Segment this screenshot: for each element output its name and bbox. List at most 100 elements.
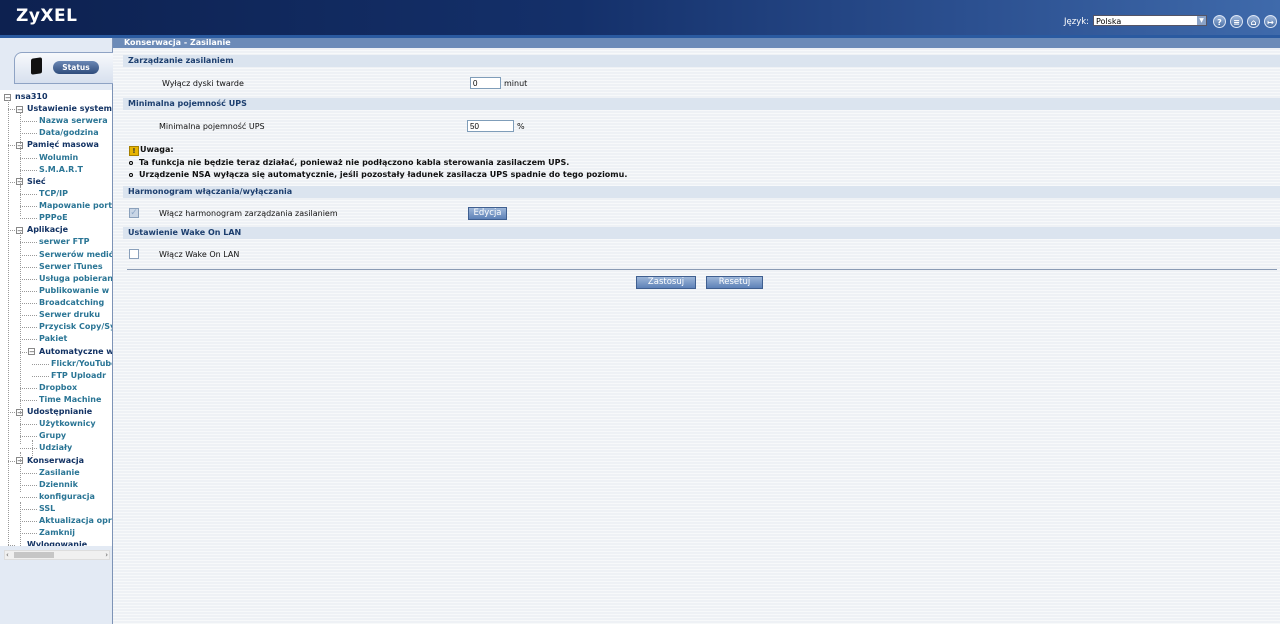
power-management-section: Zarządzanie zasilaniem xyxy=(123,55,1280,67)
tree-guide xyxy=(20,271,21,444)
warning-icon: ! xyxy=(129,146,139,156)
sidebar-item-konfiguracja[interactable]: konfiguracja xyxy=(39,491,95,503)
sidebar-item-ustawienie-systemu[interactable]: Ustawienie systemu xyxy=(27,103,112,115)
schedule-section: Harmonogram włączania/wyłączania xyxy=(123,186,1280,198)
collapse-icon[interactable]: − xyxy=(28,348,35,356)
sidebar-item-nazwa-serwera[interactable]: Nazwa serwera xyxy=(39,115,108,127)
sidebar-item-sieć[interactable]: Sieć xyxy=(27,176,46,188)
ups-capacity-input[interactable] xyxy=(467,120,514,132)
tree-guide xyxy=(20,502,21,546)
tree-connector xyxy=(20,218,37,220)
tree-connector xyxy=(20,290,37,292)
sidebar-item-aplikacje[interactable]: Aplikacje xyxy=(27,224,68,236)
tree-connector xyxy=(20,206,37,208)
status-tab[interactable]: Status xyxy=(14,52,113,84)
sidebar-item-automatyczne-wysyłanie[interactable]: Automatyczne wysyłanie xyxy=(39,346,112,358)
sidebar-item-serwerów-mediów[interactable]: Serwerów mediów xyxy=(39,249,112,261)
tree-connector xyxy=(20,339,37,341)
status-button[interactable]: Status xyxy=(53,61,99,74)
sidebar-scrollbar[interactable]: ‹ › xyxy=(4,550,110,560)
sidebar-item-publikowanie-w-sieci[interactable]: Publikowanie w sieci xyxy=(39,285,112,297)
schedule-checkbox[interactable]: ✓ xyxy=(129,208,139,218)
sidebar-item-dziennik[interactable]: Dziennik xyxy=(39,479,78,491)
sidebar-item-mapowanie-portów[interactable]: Mapowanie portów xyxy=(39,200,112,212)
bullet-icon xyxy=(129,160,133,165)
sidebar-item-s-m-a-r-t[interactable]: S.M.A.R.T xyxy=(39,164,83,176)
disk-sleep-input[interactable] xyxy=(470,77,501,89)
language-select[interactable]: Polska ▼ xyxy=(1093,15,1207,26)
sidebar-item-dropbox[interactable]: Dropbox xyxy=(39,382,77,394)
tree-connector xyxy=(8,412,15,414)
sidebar-item-nsa310[interactable]: nsa310 xyxy=(15,91,48,103)
sidebar-item-tcp-ip[interactable]: TCP/IP xyxy=(39,188,68,200)
language-value: Polska xyxy=(1096,17,1122,26)
tree-connector xyxy=(20,327,37,329)
sidebar-item-zamknij[interactable]: Zamknij xyxy=(39,527,75,539)
sidebar-item-użytkownicy[interactable]: Użytkownicy xyxy=(39,418,96,430)
tree-connector xyxy=(20,351,27,353)
wake-on-lan-label: Włącz Wake On LAN xyxy=(159,250,240,259)
tree-connector xyxy=(20,278,37,280)
wake-on-lan-checkbox[interactable] xyxy=(129,249,139,259)
sidebar-item-udziały[interactable]: Udziały xyxy=(39,442,72,454)
sidebar-item-zasilanie[interactable]: Zasilanie xyxy=(39,467,80,479)
tree-connector xyxy=(20,266,37,268)
list-icon[interactable]: ≡ xyxy=(1230,15,1243,28)
sidebar-item-pakiet[interactable]: Pakiet xyxy=(39,333,67,345)
sidebar-item-konserwacja[interactable]: Konserwacja xyxy=(27,455,84,467)
tree-guide xyxy=(20,232,21,276)
sidebar-item-wylogowanie[interactable]: Wylogowanie xyxy=(27,539,87,546)
sidebar-item-ssl[interactable]: SSL xyxy=(39,503,55,515)
sidebar-item-udostępnianie[interactable]: Udostępnianie xyxy=(27,406,92,418)
tree-connector xyxy=(20,315,37,317)
tree-connector xyxy=(8,109,15,111)
sidebar-item-aktualizacja-oprogramowania[interactable]: Aktualizacja oprogramowania xyxy=(39,515,112,527)
tree-connector xyxy=(8,460,15,462)
scroll-left-icon[interactable]: ‹ xyxy=(6,551,9,559)
disk-unit: minut xyxy=(504,79,528,88)
apply-button[interactable]: Zastosuj xyxy=(636,276,696,289)
tree-connector xyxy=(20,242,37,244)
sidebar-item-serwer-itunes[interactable]: Serwer iTunes xyxy=(39,261,103,273)
tree-connector xyxy=(20,509,37,511)
scroll-right-icon[interactable]: › xyxy=(105,551,108,559)
tree-guide xyxy=(20,452,21,492)
tree-guide xyxy=(8,100,9,546)
sidebar-item-ftp-uploadr[interactable]: FTP Uploadr xyxy=(51,370,106,382)
tree-guide xyxy=(32,440,33,458)
tree-connector xyxy=(8,145,15,147)
help-icon[interactable]: ? xyxy=(1213,15,1226,28)
reset-button[interactable]: Resetuj xyxy=(706,276,763,289)
sidebar-item-przycisk-copy-sync[interactable]: Przycisk Copy/Sync xyxy=(39,321,112,333)
main-panel: Konserwacja - Zasilanie Zarządzanie zasi… xyxy=(113,38,1280,624)
scrollbar-thumb[interactable] xyxy=(14,552,54,558)
sidebar-item-grupy[interactable]: Grupy xyxy=(39,430,66,442)
sidebar-item-time-machine[interactable]: Time Machine xyxy=(39,394,101,406)
tree-connector xyxy=(20,400,37,401)
sidebar-item-serwer-ftp[interactable]: serwer FTP xyxy=(39,236,89,248)
home-icon[interactable]: ⌂ xyxy=(1247,15,1260,28)
note-title: Uwaga: xyxy=(140,145,174,154)
note-item: Urządzenie NSA wyłącza się automatycznie… xyxy=(129,170,627,179)
sidebar-item-data-godzina[interactable]: Data/godzina xyxy=(39,127,99,139)
language-label: Język: xyxy=(1064,17,1090,27)
tree-connector xyxy=(20,121,37,123)
device-icon xyxy=(31,57,42,75)
tree-connector xyxy=(20,533,37,535)
sidebar-item-pamięć-masowa[interactable]: Pamięć masowa xyxy=(27,139,99,151)
sidebar-item-wolumin[interactable]: Wolumin xyxy=(39,152,78,164)
ups-section: Minimalna pojemność UPS xyxy=(123,98,1280,110)
tree-connector xyxy=(20,424,37,426)
sidebar-item-usługa-pobierania[interactable]: Usługa pobierania xyxy=(39,273,112,285)
logout-icon[interactable]: ↦ xyxy=(1264,15,1277,28)
edit-button[interactable]: Edycja xyxy=(468,207,507,220)
sidebar-item-pppoe[interactable]: PPPoE xyxy=(39,212,68,224)
sidebar-item-flickr-youtube[interactable]: Flickr/YouTube xyxy=(51,358,112,370)
chevron-down-icon[interactable]: ▼ xyxy=(1197,16,1206,25)
tree-connector xyxy=(20,387,37,389)
sidebar-item-serwer-druku[interactable]: Serwer druku xyxy=(39,309,100,321)
sidebar-item-broadcatching[interactable]: Broadcatching xyxy=(39,297,104,309)
divider xyxy=(127,269,1277,270)
top-banner: ZyXEL Język: Polska ▼ ? ≡ ⌂ ↦ xyxy=(0,0,1280,38)
page-title: Konserwacja - Zasilanie xyxy=(113,38,1280,48)
